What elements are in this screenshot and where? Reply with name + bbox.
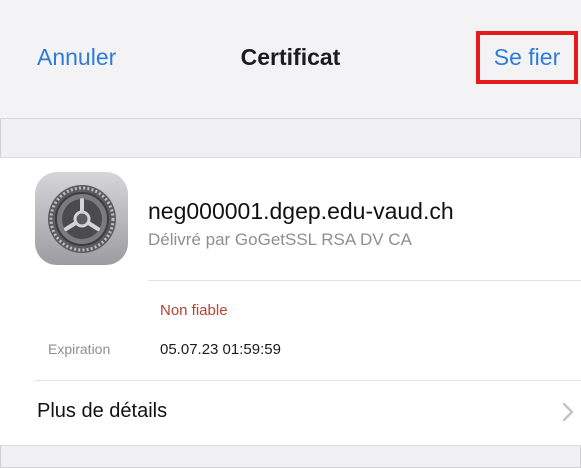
trust-status-label: Non fiable xyxy=(160,302,228,319)
settings-gear-icon xyxy=(35,172,128,265)
divider xyxy=(148,280,581,281)
certificate-sheet: Annuler Certificat Se fier neg000001.dge… xyxy=(0,0,581,468)
more-details-row[interactable]: Plus de détails xyxy=(0,381,581,445)
navigation-bar: Annuler Certificat Se fier xyxy=(0,0,581,119)
chevron-right-icon xyxy=(562,402,574,422)
trust-button[interactable]: Se fier xyxy=(476,31,578,84)
expiration-value: 05.07.23 01:59:59 xyxy=(160,341,281,358)
more-details-label: Plus de détails xyxy=(37,400,168,422)
certificate-card: neg000001.dgep.edu-vaud.ch Délivré par G… xyxy=(0,157,581,446)
certificate-domain: neg000001.dgep.edu-vaud.ch xyxy=(148,198,454,224)
expiration-label: Expiration xyxy=(48,341,111,357)
certificate-issuer: Délivré par GoGetSSL RSA DV CA xyxy=(148,230,412,249)
trust-button-label: Se fier xyxy=(493,44,561,70)
